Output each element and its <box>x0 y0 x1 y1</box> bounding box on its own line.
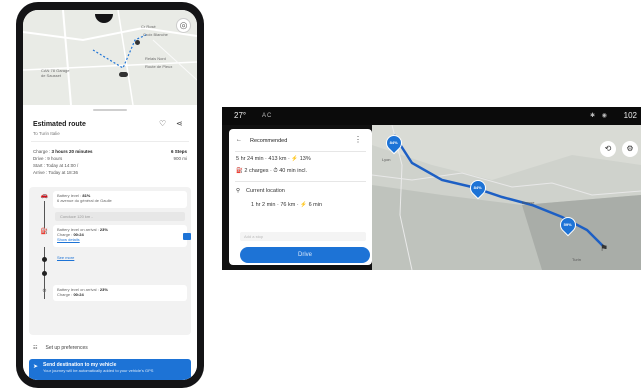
step-charge-card[interactable]: Battery level on arrival : 23% Charge : … <box>53 225 191 247</box>
map-city-label: Bresse <box>522 200 535 205</box>
preferences-label: Set up preferences <box>45 345 88 351</box>
steps-count: 6 Steps <box>170 149 187 154</box>
route-options-panel: ← Recommended ⋮ 5 hr 24 min · 413 km · ⚡… <box>229 129 372 265</box>
map-city-label: Turin <box>572 257 581 262</box>
drive-button[interactable]: Drive <box>240 247 370 263</box>
map-place-label: Route de Pleux <box>145 64 173 69</box>
car-route-map[interactable]: 84% 84% 59% ⚑ Lyon Bresse Turin ⟲ ⚙ <box>371 124 641 270</box>
back-arrow-icon[interactable]: ← <box>236 137 242 143</box>
map-settings-gear-icon[interactable]: ⚙ <box>622 141 638 157</box>
start-time: Start : Today at 14:00 / <box>33 163 79 168</box>
charging-station-icon: ⛽ <box>40 229 49 235</box>
more-options-icon[interactable]: ⋮ <box>354 135 362 144</box>
divider <box>31 141 189 142</box>
car-status-bar: 27° AC ✱ ◉ 102 <box>222 107 641 125</box>
charge-time-value: 00:24 <box>73 292 84 297</box>
map-place-label: CAN 78 Garage de Sausset <box>41 68 70 78</box>
add-stop-input[interactable]: Add a stop <box>240 232 366 241</box>
route-summary-row: Arrive : Today at 18:36 <box>33 170 187 176</box>
origin-label: Current location <box>246 188 285 194</box>
route-map[interactable]: Cr Rosé Croix Blanche CAN 78 Garage de S… <box>23 10 197 106</box>
arrival-time: Arrive : Today at 18:36 <box>33 170 78 175</box>
see-more-row[interactable]: See more <box>53 253 187 263</box>
destination-flag-icon: ⚑ <box>600 243 609 253</box>
signal-icon: ◉ <box>601 113 607 119</box>
see-more-link[interactable]: See more <box>57 255 74 260</box>
screenshot-stage: Cr Rosé Croix Blanche CAN 78 Garage de S… <box>0 0 641 391</box>
locate-button[interactable]: ◎ <box>176 18 191 33</box>
route-map-roads <box>23 10 197 106</box>
location-pin-icon: ⚲ <box>42 289 47 295</box>
route-summary: 5 hr 24 min · 413 km · ⚡ 13% <box>236 156 311 162</box>
phone-screen: Cr Rosé Croix Blanche CAN 78 Garage de S… <box>23 10 197 380</box>
outside-temperature: 27° <box>234 111 247 120</box>
route-sheet: Estimated route To Turin Italie ♡ ⋖ Char… <box>23 105 197 380</box>
map-place-label: Cr Rosé <box>141 24 156 29</box>
step-dot-icon <box>42 271 47 276</box>
car-icon: 🚗 <box>40 193 49 199</box>
route-destination: To Turin Italie <box>33 131 60 136</box>
map-city-label: Lyon <box>382 157 391 162</box>
divider <box>235 181 366 182</box>
map-place-label: Relais Nord <box>145 56 166 61</box>
charge-time-label: Charge : <box>57 292 74 297</box>
route-title: Estimated route <box>33 121 86 128</box>
panel-title: Recommended <box>250 138 288 144</box>
route-distance: 900 mi <box>173 156 187 161</box>
drive-duration: Drive : 9 hours <box>33 156 63 161</box>
charge-label: Charge : <box>33 149 52 154</box>
charge-duration: 3 hours 20 minutes <box>51 149 93 154</box>
route-summary-row: Start : Today at 14:00 / <box>33 163 187 169</box>
map-layers-button[interactable]: ⟲ <box>600 141 616 157</box>
drive-segment: Conduce 120 km - <box>55 212 185 221</box>
step-charge-card[interactable]: Battery level on arrival : 23% Charge : … <box>53 285 187 301</box>
send-arrow-icon: ➤ <box>33 364 39 370</box>
divider <box>235 151 366 152</box>
arrival-battery-value: 23% <box>99 227 108 232</box>
route-steps-list: 🚗 Battery level : 81% 6 avenue du généra… <box>29 187 191 335</box>
origin-row[interactable]: ⚲ Current location <box>236 187 285 195</box>
location-pin-icon: ⚲ <box>236 188 241 194</box>
bluetooth-icon: ✱ <box>589 113 595 119</box>
arrival-battery-value: 23% <box>99 287 108 292</box>
share-icon[interactable]: ⋖ <box>176 119 183 128</box>
favorite-heart-icon[interactable]: ♡ <box>159 119 166 128</box>
status-value: 102 <box>623 111 637 120</box>
map-place-label: Croix Blanche <box>143 32 168 37</box>
preferences-icon: ☷ <box>33 345 38 351</box>
phone-device: Cr Rosé Croix Blanche CAN 78 Garage de S… <box>16 2 204 388</box>
charge-stop-percent: 84% <box>389 140 398 146</box>
car-marker-icon <box>119 72 128 77</box>
car-infotainment-display: 27° AC ✱ ◉ 102 84% 84% 59% ⚑ Lyon Bresse… <box>222 107 641 270</box>
preferences-row[interactable]: ☷ Set up preferences <box>33 343 187 353</box>
send-to-vehicle-banner[interactable]: ➤ Send destination to my vehicle Your jo… <box>29 359 191 380</box>
expand-tab[interactable] <box>183 233 191 240</box>
route-summary-row: Charge : 3 hours 20 minutes 6 Steps <box>33 149 187 155</box>
climate-indicator[interactable]: AC <box>262 107 272 125</box>
sheet-drag-handle[interactable] <box>93 109 127 111</box>
step-start-card[interactable]: Battery level : 81% 6 avenue du général … <box>53 191 187 208</box>
charge-stop-percent: 84% <box>473 185 482 191</box>
route-summary-row: Drive : 9 hours 900 mi <box>33 156 187 162</box>
charge-stop-percent: 59% <box>563 222 572 228</box>
waypoint-marker-icon <box>135 40 140 45</box>
step-address: 6 avenue du général de Gaulle <box>57 198 112 203</box>
leg-summary: 1 hr 2 min · 76 km · ⚡ 6 min <box>251 202 323 208</box>
charge-summary: ⛽ 2 charges · ⏱ 40 min incl. <box>236 168 308 174</box>
timeline-line <box>44 201 45 229</box>
banner-subtitle: Your journey will be automatically added… <box>43 368 154 373</box>
step-dot-icon <box>42 257 47 262</box>
show-details-link[interactable]: Show details <box>57 237 183 242</box>
